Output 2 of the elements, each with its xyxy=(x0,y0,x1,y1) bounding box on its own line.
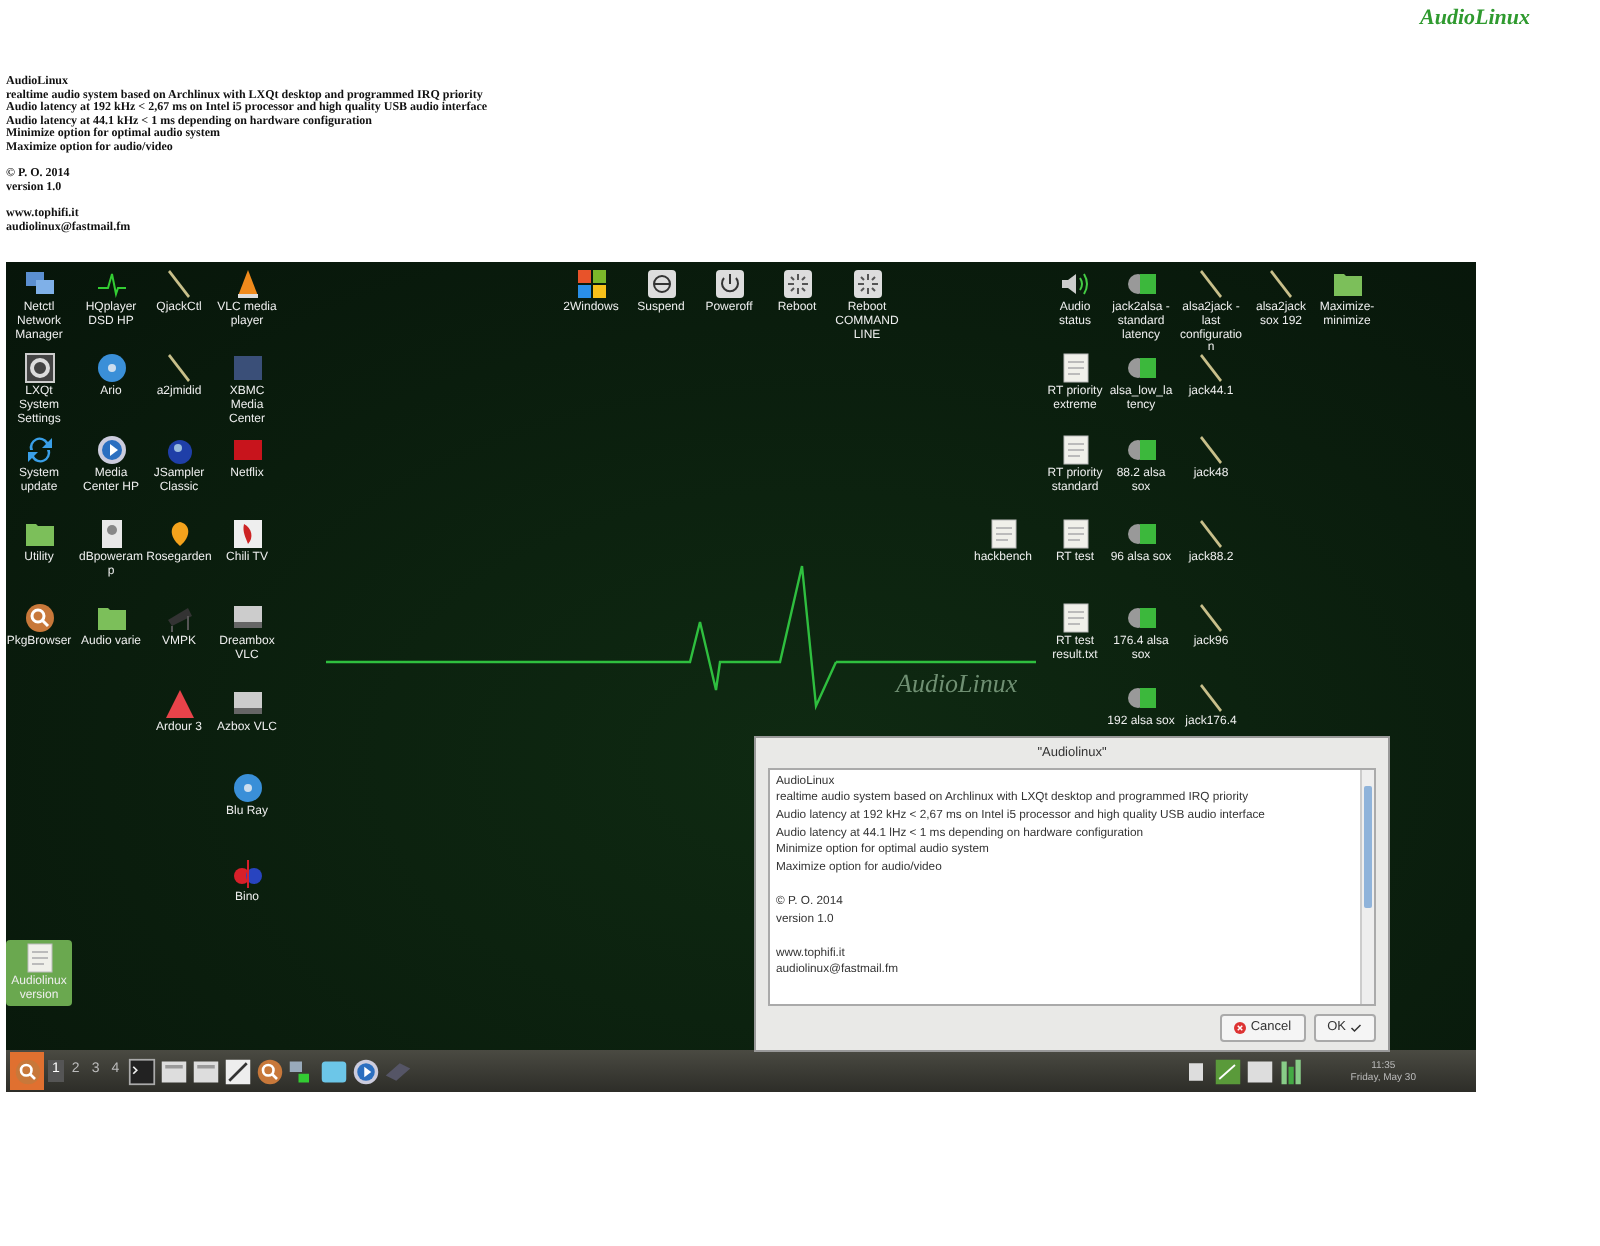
logo-text: AudioLinux xyxy=(1420,6,1531,30)
wallpaper-text: AudioLinux xyxy=(896,668,1018,701)
